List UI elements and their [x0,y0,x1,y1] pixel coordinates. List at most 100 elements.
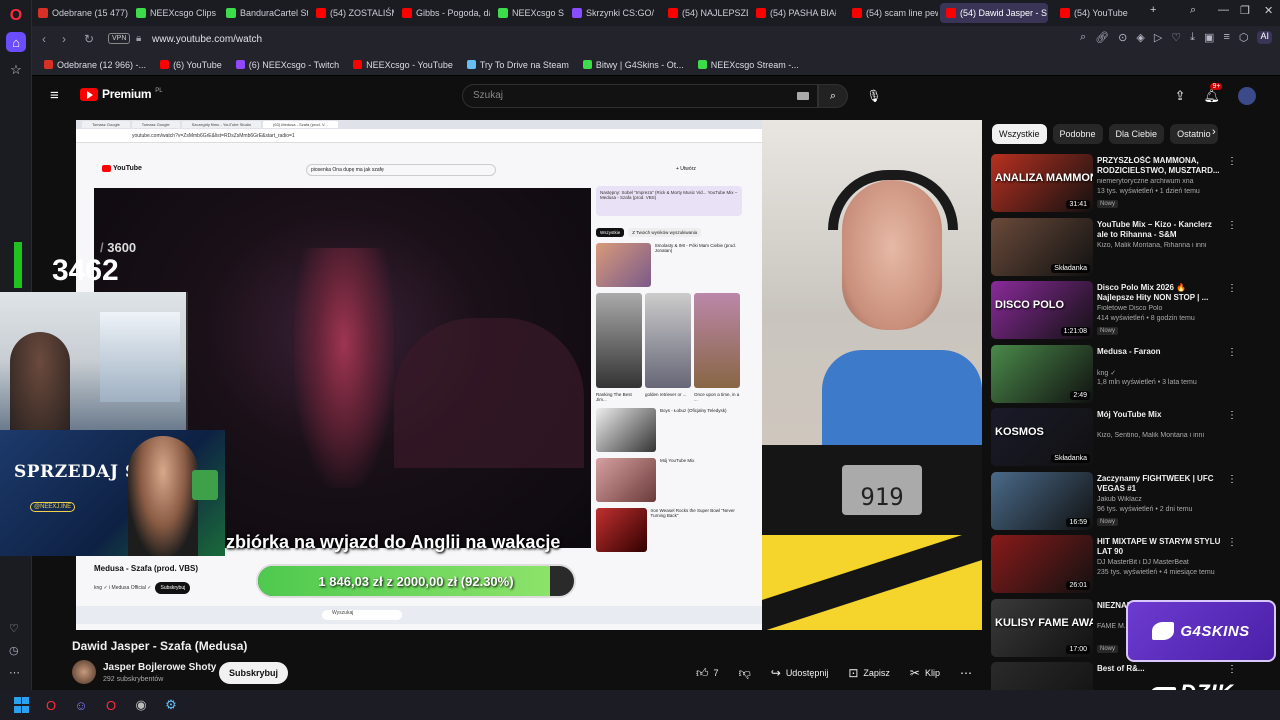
channel-name[interactable]: Jasper Bojlerowe Shoty [103,662,216,673]
camera-icon[interactable]: ⊙ [1118,31,1127,44]
close-icon[interactable]: ✕ [1264,4,1273,17]
tab[interactable]: NEEXcsgo Clips - Tw [130,3,218,23]
lock-icon[interactable]: 🔒︎ [136,33,141,44]
recommendation-item[interactable]: 26:01 HIT MIXTAPE W STARYM STYLU LAT 90 DJ… [991,535,1241,599]
aria-button[interactable]: AI [1257,31,1272,44]
new-tab-button[interactable]: + [1150,4,1156,16]
steam-icon[interactable]: ⚙ [162,696,180,714]
bookmark[interactable]: (6) NEEXcsgo - Twitch [235,60,339,70]
recommendation-item[interactable]: Składanka YouTube Mix – Kizo - Kanclerz a… [991,217,1241,282]
extensions-icon[interactable]: ⬡ [1239,31,1249,44]
opera-logo-icon[interactable]: O [6,6,26,26]
recommendation-title[interactable]: YouTube Mix – Kizo - Kanclerz ale to Rih… [1097,220,1225,240]
minimize-icon[interactable]: — [1218,4,1229,16]
play-icon[interactable]: ▷ [1154,31,1162,44]
more-icon[interactable]: ⋯ [9,666,20,679]
recommendation-title[interactable]: Zaczynamy FIGHTWEEK | UFC VEGAS #1 [1097,474,1225,494]
recommendation-title[interactable]: HIT MIXTAPE W STARYM STYLU LAT 90 [1097,537,1225,557]
channel-avatar[interactable] [72,660,96,684]
tab[interactable]: Skrzynki CS:GO/CS [566,3,654,23]
tab[interactable]: Odebrane (15 477) [32,3,128,23]
windows-start-icon[interactable] [12,696,30,714]
recommendation-channel[interactable]: Jakub Wiklacz [1097,496,1225,503]
search-input[interactable]: Szukaj [462,84,818,108]
video-thumbnail[interactable]: Składanka [991,217,1093,276]
youtube-logo[interactable]: Premium PL [80,87,163,101]
upload-icon[interactable]: ⇪ [1175,88,1186,104]
recommendation-channel[interactable]: Fioletowe Disco Polo [1097,305,1225,312]
forward-icon[interactable]: › [62,32,66,46]
recommendation-channel[interactable]: Kizo, Sentino, Malik Montana i inni [1097,432,1225,439]
tab-active[interactable]: (54) Dawid Jasper - S [940,3,1048,23]
heart-icon[interactable]: ♡ [9,622,19,635]
recommendation-title[interactable]: Best of R&... [1097,664,1225,674]
search-button[interactable]: ⌕ [818,84,848,108]
more-vert-icon[interactable]: ⋮ [1227,347,1237,358]
recommendation-item[interactable]: 16:59 Zaczynamy FIGHTWEEK | UFC VEGAS #1 J… [991,471,1241,536]
recommendation-title[interactable]: Medusa - Faraon [1097,347,1225,357]
video-thumbnail[interactable]: 16:59 [991,471,1093,530]
keyboard-icon[interactable] [797,92,809,100]
back-icon[interactable]: ‹ [42,32,46,46]
dislike-button[interactable]: 👎︎ [733,662,757,684]
bell-icon[interactable]: 🔔︎ 9+ [1203,83,1223,104]
recommendation-item[interactable]: ANALIZA MAMMON 31:41 PRZYSZŁOŚĆ MAMMONA, R… [991,154,1241,218]
chip-all[interactable]: Wszystkie [992,124,1047,144]
video-thumbnail[interactable]: KULISY FAME AWARD 17:00 [991,598,1093,657]
more-vert-icon[interactable]: ⋮ [1227,283,1237,294]
tab[interactable]: (54) YouTube [1054,3,1134,23]
bookmark[interactable]: (6) YouTube [160,60,222,70]
bookmark[interactable]: Try To Drive na Steam [466,60,569,70]
mic-icon[interactable]: 🎙︎ [862,84,886,108]
bookmark[interactable]: Bitwy | G4Skins - Ot... [582,60,684,70]
menu-icon[interactable]: ≡ [50,87,59,104]
more-actions-button[interactable]: ⋯ [954,662,978,684]
star-icon[interactable]: ☆ [6,60,26,80]
recommendation-channel[interactable]: DJ MasterBit i DJ MasterBeat [1097,559,1225,566]
chip-recent[interactable]: Ostatnio [1170,124,1218,144]
link-icon[interactable]: 🔗︎ [1095,31,1109,44]
video-thumbnail[interactable]: DISCO POLO 1:21:08 [991,281,1093,339]
recommendation-channel[interactable]: kng ✓ [1097,369,1225,377]
clip-button[interactable]: ✂ Klip [904,662,946,684]
tab[interactable]: (54) NAJLEPSZE M [662,3,748,23]
more-vert-icon[interactable]: ⋮ [1227,410,1237,421]
recommendation-channel[interactable]: Kizo, Malik Montana, Rihanna i inni [1097,242,1225,249]
tab[interactable]: Gibbs - Pogoda, da [396,3,490,23]
recommendation-title[interactable]: PRZYSZŁOŚĆ MAMMONA, RODZICIELSTWO, MUSZT… [1097,156,1225,176]
url-field[interactable]: www.youtube.com/watch [152,34,262,45]
like-button[interactable]: 👍︎ 7 [690,662,725,684]
avatar[interactable] [1238,87,1256,105]
more-vert-icon[interactable]: ⋮ [1227,220,1237,231]
heart-icon[interactable]: ♡ [1171,31,1181,44]
opera-gx-icon[interactable]: O [102,696,120,714]
home-icon[interactable]: ⌂ [6,32,26,52]
save-button[interactable]: ⊡ Zapisz [842,662,896,684]
chevron-right-icon[interactable]: › [1212,126,1216,138]
more-vert-icon[interactable]: ⋮ [1227,664,1237,675]
tab[interactable]: (54) ZOSTALIŚMY O [310,3,394,23]
tab[interactable]: BanduraCartel Stre [220,3,308,23]
tab[interactable]: (54) PASHA BIAŁA [750,3,836,23]
bookmark[interactable]: Odebrane (12 966) -... [44,60,146,70]
subscribe-button[interactable]: Subskrybuj [219,662,289,684]
recommendation-title[interactable]: Mój YouTube Mix [1097,410,1225,420]
menu-icon[interactable]: ≡ [1223,31,1229,44]
bookmark[interactable]: NEEXcsgo Stream -... [697,60,799,70]
tab[interactable]: NEEXcsgo Stream [492,3,564,23]
bookmark[interactable]: NEEXcsgo - YouTube [353,60,453,70]
tab[interactable]: (54) scam line pew [846,3,938,23]
chip-for-you[interactable]: Dla Ciebie [1108,124,1165,144]
more-vert-icon[interactable]: ⋮ [1227,156,1237,167]
restore-icon[interactable]: ❐ [1240,4,1250,17]
search-tabs-icon[interactable]: ⌕ [1190,4,1196,17]
recommendation-title[interactable]: Disco Polo Mix 2026 🔥 Najlepsze Hity NON… [1097,283,1225,303]
more-vert-icon[interactable]: ⋮ [1227,474,1237,485]
reload-icon[interactable]: ↻ [84,32,94,46]
video-thumbnail[interactable]: ANALIZA MAMMON 31:41 [991,154,1093,212]
video-thumbnail[interactable]: 26:01 [991,535,1093,593]
history-icon[interactable]: ◷ [9,644,19,657]
zoom-icon[interactable]: ⌕ [1080,31,1086,44]
download-icon[interactable]: ⤓ [1190,31,1195,44]
recommendation-channel[interactable]: niemerytoryczne archiwum xna [1097,178,1225,185]
